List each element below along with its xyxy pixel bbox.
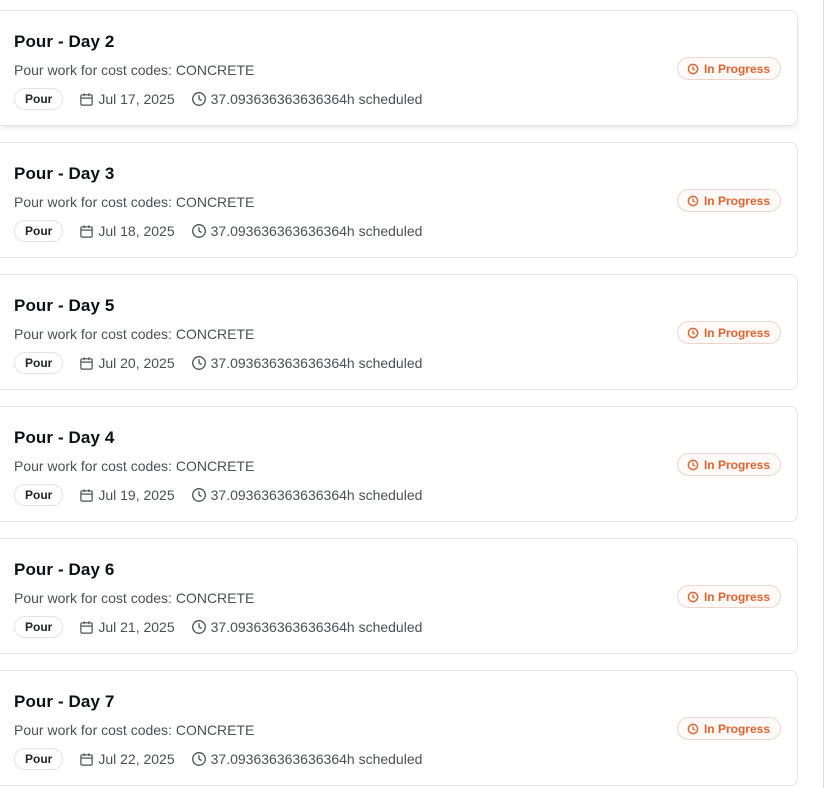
task-title: Pour - Day 3: [14, 164, 115, 183]
clock-icon: [191, 356, 206, 370]
task-title: Pour - Day 6: [14, 560, 115, 579]
task-date: Jul 21, 2025: [79, 619, 175, 635]
task-title: Pour - Day 7: [14, 692, 115, 711]
task-description: Pour work for cost codes: CONCRETE: [14, 590, 255, 606]
task-date-text: Jul 19, 2025: [98, 487, 175, 503]
calendar-icon: [80, 356, 94, 370]
task-type-badge: Pour: [14, 748, 64, 770]
task-description: Pour work for cost codes: CONCRETE: [14, 458, 255, 474]
task-hours-text: 37.093636363636364h scheduled: [210, 91, 423, 107]
calendar-icon: [80, 224, 94, 238]
task-card[interactable]: Pour - Day 7 Pour work for cost codes: C…: [0, 670, 798, 786]
clock-icon: [687, 327, 699, 338]
task-description: Pour work for cost codes: CONCRETE: [14, 194, 255, 210]
task-list: Pour - Day 2 Pour work for cost codes: C…: [0, 10, 798, 788]
calendar-icon: [80, 620, 94, 634]
status-label: In Progress: [703, 325, 770, 340]
status-badge: In Progress: [676, 189, 781, 212]
task-meta-row: Pour Jul 21, 2025 37.093636363636364h sc…: [14, 615, 422, 639]
calendar-icon: [80, 92, 94, 106]
clock-icon: [687, 459, 699, 470]
task-card[interactable]: Pour - Day 2 Pour work for cost codes: C…: [0, 10, 798, 126]
task-card[interactable]: Pour - Day 4 Pour work for cost codes: C…: [0, 406, 798, 522]
task-hours: 37.093636363636364h scheduled: [191, 223, 423, 239]
scrollbar[interactable]: [823, 0, 824, 788]
task-type-badge: Pour: [14, 484, 64, 506]
task-meta-row: Pour Jul 22, 2025 37.093636363636364h sc…: [14, 747, 422, 771]
task-date: Jul 18, 2025: [79, 223, 175, 239]
task-hours: 37.093636363636364h scheduled: [191, 355, 423, 371]
task-date: Jul 17, 2025: [79, 91, 175, 107]
task-hours: 37.093636363636364h scheduled: [191, 91, 423, 107]
task-hours: 37.093636363636364h scheduled: [191, 619, 423, 635]
task-type-badge: Pour: [14, 352, 64, 374]
status-label: In Progress: [703, 589, 770, 604]
task-hours-text: 37.093636363636364h scheduled: [210, 355, 423, 371]
clock-icon: [191, 752, 206, 766]
clock-icon: [687, 591, 699, 602]
status-badge: In Progress: [676, 585, 781, 608]
clock-icon: [687, 63, 699, 74]
status-badge: In Progress: [676, 717, 781, 740]
task-date: Jul 22, 2025: [79, 751, 175, 767]
clock-icon: [191, 620, 206, 634]
clock-icon: [687, 195, 699, 206]
task-description: Pour work for cost codes: CONCRETE: [14, 62, 255, 78]
task-title: Pour - Day 4: [14, 428, 115, 447]
task-hours-text: 37.093636363636364h scheduled: [210, 223, 423, 239]
task-date-text: Jul 21, 2025: [98, 619, 175, 635]
status-badge: In Progress: [676, 57, 781, 80]
clock-icon: [687, 723, 699, 734]
status-badge: In Progress: [676, 453, 781, 476]
task-date: Jul 19, 2025: [79, 487, 175, 503]
task-type-badge: Pour: [14, 220, 64, 242]
task-card[interactable]: Pour - Day 5 Pour work for cost codes: C…: [0, 274, 798, 390]
task-hours-text: 37.093636363636364h scheduled: [210, 751, 423, 767]
task-meta-row: Pour Jul 20, 2025 37.093636363636364h sc…: [14, 351, 422, 375]
task-hours: 37.093636363636364h scheduled: [191, 751, 423, 767]
task-meta-row: Pour Jul 18, 2025 37.093636363636364h sc…: [14, 219, 422, 243]
clock-icon: [191, 224, 206, 238]
task-date-text: Jul 22, 2025: [98, 751, 175, 767]
status-label: In Progress: [703, 457, 770, 472]
status-badge: In Progress: [676, 321, 781, 344]
task-list-page: Pour - Day 2 Pour work for cost codes: C…: [0, 0, 829, 788]
calendar-icon: [80, 488, 94, 502]
task-hours-text: 37.093636363636364h scheduled: [210, 619, 423, 635]
clock-icon: [191, 92, 206, 106]
task-title: Pour - Day 5: [14, 296, 115, 315]
task-date-text: Jul 20, 2025: [98, 355, 175, 371]
calendar-icon: [80, 752, 94, 766]
task-date: Jul 20, 2025: [79, 355, 175, 371]
task-meta-row: Pour Jul 17, 2025 37.093636363636364h sc…: [14, 87, 422, 111]
task-date-text: Jul 18, 2025: [98, 223, 175, 239]
status-label: In Progress: [703, 193, 770, 208]
task-title: Pour - Day 2: [14, 32, 115, 51]
status-label: In Progress: [703, 61, 770, 76]
task-description: Pour work for cost codes: CONCRETE: [14, 722, 255, 738]
clock-icon: [191, 488, 206, 502]
status-label: In Progress: [703, 721, 770, 736]
task-type-badge: Pour: [14, 88, 64, 110]
task-card[interactable]: Pour - Day 6 Pour work for cost codes: C…: [0, 538, 798, 654]
task-hours-text: 37.093636363636364h scheduled: [210, 487, 423, 503]
task-meta-row: Pour Jul 19, 2025 37.093636363636364h sc…: [14, 483, 422, 507]
task-type-badge: Pour: [14, 616, 64, 638]
task-description: Pour work for cost codes: CONCRETE: [14, 326, 255, 342]
task-hours: 37.093636363636364h scheduled: [191, 487, 423, 503]
task-date-text: Jul 17, 2025: [98, 91, 175, 107]
task-card[interactable]: Pour - Day 3 Pour work for cost codes: C…: [0, 142, 798, 258]
